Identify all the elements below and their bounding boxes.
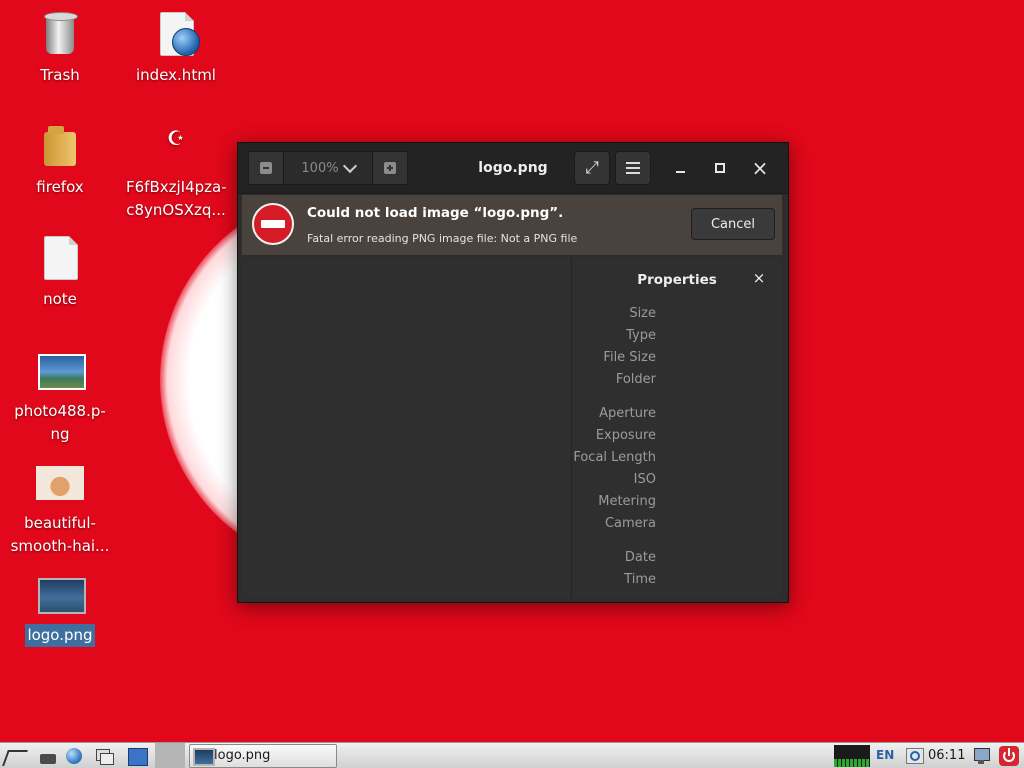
error-infobar: Could not load image “logo.png”. Fatal e… (242, 195, 782, 255)
window-switcher-icon[interactable] (94, 746, 114, 766)
property-label-type: Type (626, 328, 656, 343)
turkish-flag-icon: ☪ (167, 126, 185, 150)
file-manager-icon[interactable] (38, 746, 58, 766)
hamburger-menu-icon (626, 162, 640, 174)
maximize-icon (715, 163, 725, 173)
property-label-folder: Folder (615, 372, 656, 387)
keyboard-layout-indicator[interactable]: EN (876, 748, 894, 762)
desktop-icon-logo-png[interactable]: logo.png (5, 570, 115, 647)
desktop-icon-label: photo488.p-ng (14, 402, 106, 443)
desktop-icon-index-html[interactable]: index.html (121, 10, 231, 87)
taskbar-window-label: logo.png (214, 748, 271, 763)
error-stop-icon (252, 203, 294, 245)
clock[interactable]: 06:11 (928, 748, 965, 763)
image-file-icon (193, 748, 215, 766)
property-label-time: Time (624, 572, 656, 587)
zoom-level-value: 100% (301, 160, 339, 176)
property-label-date: Date (624, 550, 656, 565)
fullscreen-button[interactable]: ⤢ (574, 151, 610, 185)
error-detail: Fatal error reading PNG image file: Not … (307, 232, 578, 245)
taskbar-window-button[interactable]: logo.png (189, 744, 337, 768)
properties-sidebar: Properties × Size Type File Size Folder … (572, 258, 782, 598)
cancel-button[interactable]: Cancel (691, 208, 775, 240)
property-label-metering: Metering (598, 494, 656, 509)
web-browser-icon[interactable] (64, 746, 84, 766)
desktop-icon-photo488[interactable]: photo488.p-ng (5, 346, 115, 446)
trash-icon (36, 10, 84, 58)
desktop-icon-f6fbxzji4pza[interactable]: ☪ F6fBxzjI4pza-c8ynOSXzq... (121, 122, 231, 222)
desktop-icon-label: F6fBxzjI4pza-c8ynOSXzq... (126, 178, 227, 219)
image-canvas[interactable] (242, 258, 572, 598)
minimize-icon (675, 171, 685, 173)
desktop-icon-label: Trash (40, 66, 80, 84)
properties-close-button[interactable]: × (750, 269, 768, 287)
folder-icon (36, 122, 84, 170)
image-thumbnail-icon (36, 570, 86, 618)
image-viewer-window: 100% logo.png ⤢ × Could not load image “… (237, 142, 789, 603)
taskbar: logo.png EN 06:11 (0, 742, 1024, 768)
property-label-exposure: Exposure (595, 428, 656, 443)
zoom-out-button[interactable] (249, 152, 283, 184)
desktop-icon-firefox[interactable]: firefox (5, 122, 115, 199)
maximize-button[interactable] (708, 156, 732, 180)
property-label-aperture: Aperture (599, 406, 656, 421)
property-label-file-size: File Size (603, 350, 656, 365)
menu-button[interactable] (615, 151, 651, 185)
error-title: Could not load image “logo.png”. (307, 205, 564, 221)
desktop-icon-label: firefox (36, 178, 84, 196)
property-label-size: Size (629, 306, 656, 321)
image-thumbnail-icon (36, 346, 86, 394)
desktop-icon-label: note (43, 290, 77, 308)
close-icon: × (751, 156, 769, 180)
taskbar-divider (155, 743, 185, 768)
desktop-icon-beautiful-smooth-hair[interactable]: beautiful-smooth-hai... (5, 458, 115, 558)
zoom-in-icon (384, 162, 396, 174)
zoom-in-button[interactable] (373, 152, 407, 184)
zoom-control: 100% (248, 151, 408, 185)
minimize-button[interactable] (668, 156, 692, 180)
desktop-icon-label: index.html (136, 66, 216, 84)
desktop-icon-note[interactable]: note (5, 234, 115, 311)
fullscreen-icon: ⤢ (585, 157, 599, 178)
chevron-down-icon (342, 158, 357, 173)
desktop-icon-label: beautiful-smooth-hai... (10, 514, 110, 555)
property-label-camera: Camera (604, 516, 656, 531)
zoom-level-dropdown[interactable]: 100% (283, 152, 373, 184)
html-document-icon (152, 10, 200, 58)
property-label-focal-length: Focal Length (573, 450, 656, 465)
start-menu-icon[interactable] (4, 746, 24, 766)
header-bar: 100% logo.png ⤢ × (238, 143, 788, 194)
desktop-icon-trash[interactable]: Trash (5, 10, 115, 87)
property-label-iso: ISO (633, 472, 656, 487)
power-icon[interactable] (999, 746, 1019, 766)
text-document-icon (36, 234, 84, 282)
close-window-button[interactable]: × (748, 156, 772, 180)
zoom-out-icon (260, 162, 272, 174)
network-icon[interactable] (972, 746, 990, 766)
search-icon[interactable] (905, 747, 924, 765)
show-desktop-icon[interactable] (126, 746, 150, 766)
desktop-icon-label: logo.png (25, 624, 95, 647)
window-title: logo.png (478, 160, 548, 176)
cat-photo-icon (36, 458, 84, 506)
cpu-monitor-graph[interactable] (834, 745, 870, 767)
